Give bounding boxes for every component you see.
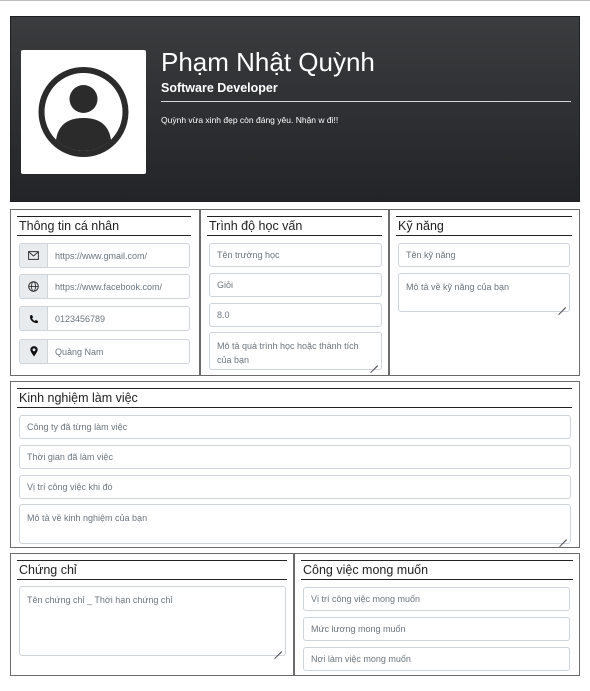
avatar[interactable] — [21, 50, 146, 174]
location-field: Quảng Nam — [19, 339, 190, 364]
email-field: https://www.gmail.com/ — [19, 243, 190, 268]
desired-salary-input[interactable]: Mức lương mong muốn — [303, 617, 570, 641]
section-rule — [17, 579, 287, 580]
section-rule — [396, 235, 572, 236]
profile-role: Software Developer — [161, 81, 278, 95]
desired-position-input[interactable]: Vị trí công việc mong muốn — [303, 587, 570, 611]
phone-input[interactable]: 0123456789 — [47, 306, 190, 331]
location-input[interactable]: Quảng Nam — [47, 339, 190, 364]
website-input[interactable]: https://www.facebook.com/ — [47, 274, 190, 299]
education-description-textarea[interactable]: Mô tả quá trình học hoặc thành tích của … — [209, 332, 382, 370]
education-title: Trình độ học vấn — [209, 219, 303, 233]
section-rule — [17, 216, 191, 217]
profile-header: Phạm Nhật Quỳnh Software Developer Quỳnh… — [10, 16, 580, 202]
section-rule — [207, 216, 382, 217]
certificates-placeholder: Tên chứng chỉ _ Thời hạn chứng chỉ — [27, 595, 173, 605]
education-description-placeholder: Mô tả quá trình học hoặc thành tích của … — [217, 341, 359, 366]
phone-icon — [29, 314, 38, 323]
rank-input[interactable]: Giỏi — [209, 273, 382, 297]
skill-description-placeholder: Mô tả về kỹ năng của bạn — [406, 282, 510, 292]
website-addon — [19, 274, 47, 299]
resize-handle-icon[interactable] — [559, 532, 567, 540]
header-divider — [161, 101, 571, 102]
experience-title: Kinh nghiệm làm việc — [19, 391, 138, 405]
section-rule — [17, 388, 572, 389]
company-input[interactable]: Công ty đã từng làm việc — [19, 415, 571, 439]
experience-card: Kinh nghiệm làm việc Công ty đã từng làm… — [10, 381, 580, 548]
location-addon — [19, 339, 47, 364]
section-rule — [396, 216, 572, 217]
certificates-title: Chứng chỉ — [19, 563, 77, 577]
envelope-icon — [28, 251, 39, 260]
resize-handle-icon[interactable] — [558, 300, 566, 308]
skill-name-input[interactable]: Tên kỹ năng — [398, 243, 570, 267]
profile-name: Phạm Nhật Quỳnh — [161, 47, 375, 77]
section-rule — [301, 579, 573, 580]
school-input[interactable]: Tên trường học — [209, 243, 382, 267]
user-circle-icon — [38, 67, 129, 157]
skill-description-textarea[interactable]: Mô tả về kỹ năng của bạn — [398, 273, 570, 312]
top-divider — [0, 0, 590, 1]
phone-field: 0123456789 — [19, 306, 190, 331]
resize-handle-icon[interactable] — [370, 358, 378, 366]
education-card: Trình độ học vấn Tên trường học Giỏi 8.0… — [200, 209, 389, 376]
email-input[interactable]: https://www.gmail.com/ — [47, 243, 190, 268]
experience-description-textarea[interactable]: Mô tả về kinh nghiệm của bạn — [19, 504, 571, 544]
certificates-card: Chứng chỉ Tên chứng chỉ _ Thời hạn chứng… — [10, 553, 294, 676]
profile-bio: Quỳnh vừa xinh đẹp còn đáng yêu. Nhận w … — [161, 115, 339, 125]
resize-handle-icon[interactable] — [274, 644, 282, 652]
desired-job-title: Công việc mong muốn — [303, 563, 429, 577]
phone-addon — [19, 306, 47, 331]
cv-page: Phạm Nhật Quỳnh Software Developer Quỳnh… — [10, 16, 580, 680]
work-position-input[interactable]: Vị trí công việc khi đó — [19, 475, 571, 499]
skills-title: Kỹ năng — [398, 219, 444, 233]
personal-info-title: Thông tin cá nhân — [19, 219, 120, 233]
website-field: https://www.facebook.com/ — [19, 274, 190, 299]
globe-icon — [28, 281, 39, 292]
experience-description-placeholder: Mô tả về kinh nghiệm của bạn — [27, 513, 148, 523]
certificates-textarea[interactable]: Tên chứng chỉ _ Thời hạn chứng chỉ — [19, 586, 286, 656]
desired-job-card: Công việc mong muốn Vị trí công việc mon… — [294, 553, 580, 676]
skills-card: Kỹ năng Tên kỹ năng Mô tả về kỹ năng của… — [389, 209, 580, 376]
map-pin-icon — [29, 346, 38, 357]
gpa-input[interactable]: 8.0 — [209, 303, 382, 327]
work-time-input[interactable]: Thời gian đã làm việc — [19, 445, 571, 469]
section-rule — [17, 235, 191, 236]
desired-place-input[interactable]: Nơi làm việc mong muốn — [303, 647, 570, 671]
section-rule — [17, 407, 572, 408]
section-rule — [301, 560, 573, 561]
personal-info-card: Thông tin cá nhân https://www.gmail.com/… — [10, 209, 200, 376]
section-rule — [17, 560, 287, 561]
email-addon — [19, 243, 47, 268]
section-rule — [207, 235, 382, 236]
